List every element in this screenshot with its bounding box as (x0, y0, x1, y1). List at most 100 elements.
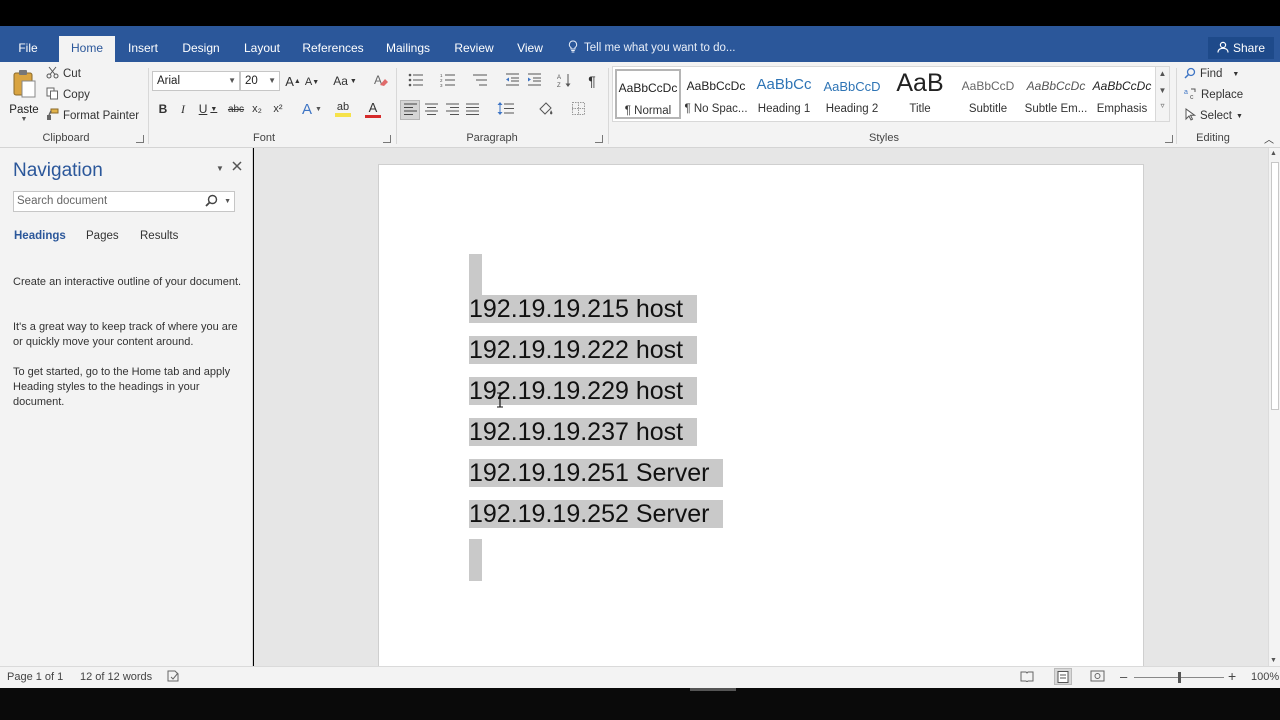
editing-group-label: Editing (1196, 132, 1230, 144)
bullets-button[interactable] (402, 72, 430, 90)
styles-gallery-scroll[interactable]: ▲ ▼ ▿ (1156, 66, 1170, 122)
highlight-button[interactable]: ab (329, 100, 357, 118)
style-no-spacing[interactable]: AaBbCcDc ¶ No Spac... (683, 69, 749, 119)
italic-button[interactable]: I (175, 100, 191, 118)
justify-button[interactable] (463, 100, 481, 120)
align-left-button[interactable] (400, 100, 420, 120)
tab-file[interactable]: File (8, 34, 48, 62)
pane-options-button[interactable]: ▼ (214, 162, 226, 174)
format-painter-button[interactable]: Format Painter (46, 108, 139, 124)
show-formatting-button[interactable]: ¶ (584, 72, 600, 90)
vertical-scrollbar[interactable]: ▲ ▼ (1268, 148, 1280, 666)
grow-font-button[interactable]: A ▲ (285, 72, 301, 90)
document-line[interactable]: 192.19.19.251 Server (469, 453, 724, 494)
sort-button[interactable]: AZ (555, 72, 573, 90)
decrease-indent-button[interactable] (503, 72, 521, 90)
search-document-input[interactable]: Search document ▼ (13, 191, 235, 212)
font-color-button[interactable]: A (359, 100, 387, 118)
page-count[interactable]: Page 1 of 1 (7, 671, 63, 683)
replace-button[interactable]: ac Replace (1184, 87, 1243, 103)
line-spacing-button[interactable] (492, 100, 520, 120)
nav-help-text: It's a great way to keep track of where … (13, 321, 238, 348)
search-placeholder: Search document (17, 195, 108, 207)
strikethrough-button[interactable]: abc (226, 100, 246, 118)
tab-insert[interactable]: Insert (122, 34, 164, 62)
proofing-icon[interactable] (167, 670, 181, 685)
close-pane-button[interactable] (230, 160, 244, 174)
tab-design[interactable]: Design (178, 34, 224, 62)
style-emphasis[interactable]: AaBbCcDc Emphasis (1089, 69, 1155, 119)
bold-button[interactable]: B (155, 100, 171, 118)
tab-mailings[interactable]: Mailings (382, 34, 434, 62)
style-title[interactable]: AaB Title (887, 69, 953, 119)
chevron-up-icon[interactable]: ▲ (1270, 150, 1277, 157)
font-size-select[interactable]: 20 ▼ (240, 71, 280, 91)
document-line[interactable]: 192.19.19.252 Server (469, 494, 724, 535)
document-line[interactable]: 192.19.19.222 host (469, 330, 698, 371)
align-center-button[interactable] (422, 100, 440, 120)
zoom-level[interactable]: 100% (1251, 671, 1279, 683)
subscript-button[interactable]: x₂ (248, 100, 266, 118)
document-page[interactable]: 192.19.19.215 host 192.19.19.222 host 19… (378, 164, 1144, 674)
chevron-down-icon[interactable]: ▼ (224, 192, 231, 211)
zoom-slider-thumb[interactable] (1178, 672, 1181, 683)
collapse-ribbon-button[interactable]: ︿ (1262, 132, 1276, 146)
paste-button[interactable]: Paste ▼ (8, 66, 40, 126)
scrollbar-thumb[interactable] (1271, 162, 1279, 410)
select-button[interactable]: Select ▼ (1184, 108, 1243, 124)
text-effects-button[interactable]: A ▼ (298, 100, 326, 118)
find-button[interactable]: Find ▼ (1184, 66, 1239, 82)
read-mode-icon[interactable] (1020, 670, 1034, 685)
find-label: Find (1200, 68, 1223, 80)
underline-button[interactable]: U ▼ (196, 100, 220, 118)
tell-me-box[interactable]: Tell me what you want to do... (568, 40, 736, 56)
zoom-out-button[interactable]: – (1120, 669, 1127, 684)
tab-home[interactable]: Home (59, 36, 115, 62)
increase-indent-button[interactable] (525, 72, 543, 90)
numbering-button[interactable]: 123 (434, 72, 462, 90)
style-heading-2[interactable]: AaBbCcD Heading 2 (819, 69, 885, 119)
clear-formatting-button[interactable]: A (372, 72, 390, 90)
search-icon[interactable] (205, 194, 218, 214)
change-case-button[interactable]: Aa ▼ (332, 72, 358, 90)
document-line[interactable]: 192.19.19.215 host (469, 289, 698, 330)
nav-tab-results[interactable]: Results (140, 230, 178, 242)
cut-button[interactable]: Cut (46, 66, 81, 82)
zoom-in-button[interactable]: + (1228, 668, 1236, 684)
document-area[interactable]: 192.19.19.215 host 192.19.19.222 host 19… (254, 148, 1268, 674)
styles-launcher[interactable] (1165, 135, 1173, 143)
word-count[interactable]: 12 of 12 words (80, 671, 152, 683)
copy-button[interactable]: Copy (46, 87, 90, 103)
ibeam-cursor-icon (496, 392, 504, 408)
shrink-font-button[interactable]: A ▼ (305, 74, 319, 90)
tab-layout[interactable]: Layout (240, 34, 284, 62)
style-name: Subtitle (968, 103, 1008, 115)
superscript-button[interactable]: x² (269, 100, 287, 118)
tab-references[interactable]: References (300, 34, 366, 62)
document-line[interactable]: 192.19.19.237 host (469, 412, 698, 453)
multilevel-list-button[interactable] (466, 72, 494, 90)
scissors-icon (46, 66, 59, 82)
style-subtle-emphasis[interactable]: AaBbCcDc Subtle Em... (1023, 69, 1089, 119)
sort-icon: AZ (557, 73, 572, 90)
align-right-button[interactable] (443, 100, 461, 120)
tab-view[interactable]: View (512, 34, 548, 62)
pilcrow-icon: ¶ (588, 73, 596, 89)
print-layout-icon[interactable] (1054, 668, 1072, 685)
borders-button[interactable] (564, 100, 592, 120)
share-button[interactable]: Share (1208, 37, 1274, 59)
web-layout-icon[interactable] (1090, 670, 1105, 685)
nav-tab-headings[interactable]: Headings (14, 230, 66, 242)
tab-review[interactable]: Review (452, 34, 496, 62)
clipboard-launcher[interactable] (136, 135, 144, 143)
shading-button[interactable] (532, 100, 560, 120)
style-subtitle[interactable]: AaBbCcD Subtitle (955, 69, 1021, 119)
font-launcher[interactable] (383, 135, 391, 143)
font-family-select[interactable]: Arial ▼ (152, 71, 240, 91)
paragraph-launcher[interactable] (595, 135, 603, 143)
chevron-down-icon[interactable]: ▼ (1270, 657, 1277, 664)
nav-tab-pages[interactable]: Pages (86, 230, 119, 242)
subscript-icon: x₂ (252, 103, 262, 115)
style-heading-1[interactable]: AaBbCc Heading 1 (751, 69, 817, 119)
style-normal[interactable]: AaBbCcDc ¶ Normal (615, 69, 681, 119)
